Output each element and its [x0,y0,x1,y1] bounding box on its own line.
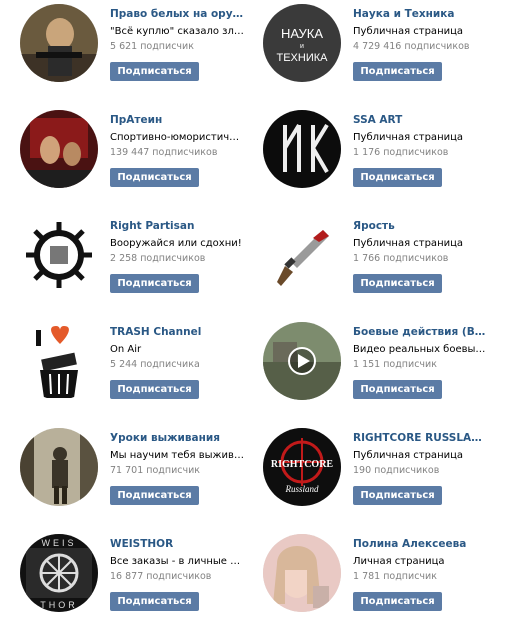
battle-video-avatar[interactable] [263,322,341,400]
subscriber-count: 71 701 подписчик [110,465,200,476]
group-name[interactable]: TRASH Channel [110,325,245,339]
logo-text-top: WEIS [41,538,76,548]
group-description: Вооружайся или сдохни! [110,238,242,249]
group-name[interactable]: Right Partisan [110,219,245,233]
partisan-emblem-avatar[interactable] [20,216,98,294]
group-card: Right Partisan Вооружайся или сдохни! 2 … [0,216,245,316]
group-grid: Право белых на оружие "Всё куплю" сказал… [0,0,505,625]
subscribe-button[interactable]: Подписаться [110,168,199,187]
group-card: RIGHTCORE Russland RIGHTCORE RUSSLAND Пу… [243,428,488,528]
survivor-avatar[interactable] [20,428,98,506]
group-description: Публичная страница [353,26,464,37]
gun-woman-avatar[interactable] [20,4,98,82]
subscribe-button[interactable]: Подписаться [353,62,442,81]
subscriber-count: 1 781 подписчик [353,571,437,582]
group-card: TRASH Channel On Air 5 244 подписчика По… [0,322,245,422]
logo-text-top: RIGHTCORE [271,459,334,470]
bloody-knife-avatar[interactable] [263,216,341,294]
subscriber-count: 16 877 подписчиков [110,571,212,582]
rightcore-logo-avatar[interactable]: RIGHTCORE Russland [263,428,341,506]
subscribe-button[interactable]: Подписаться [353,380,442,399]
group-name[interactable]: Наука и Техника [353,7,488,21]
logo-text-mid: и [300,43,304,50]
group-name[interactable]: Право белых на оружие [110,7,245,21]
group-description: Личная страница [353,556,445,567]
prathein-avatar[interactable] [20,110,98,188]
group-description: Мы научим тебя выживать! [110,450,245,461]
subscribe-button[interactable]: Подписаться [353,168,442,187]
group-name[interactable]: Уроки выживания [110,431,245,445]
group-card: Ярость Публичная страница 1 766 подписчи… [243,216,488,316]
group-description: Публичная страница [353,450,464,461]
group-description: Все заказы - в личные соо… [110,556,245,567]
group-card: Боевые действия (Виде… Видео реальных бо… [243,322,488,422]
subscribe-button[interactable]: Подписаться [110,592,199,611]
logo-text-top: НАУКА [281,26,323,41]
group-description: "Всё куплю" сказало злат… [110,26,245,37]
group-card: Полина Алексеева Личная страница 1 781 п… [243,534,488,634]
person-photo-avatar[interactable] [263,534,341,612]
group-card: WEIS THOR WEISTHOR Все заказы - в личные… [0,534,245,634]
subscriber-count: 1 151 подписчик [353,359,437,370]
logo-text-bottom: ТЕХНИКА [277,52,329,64]
subscribe-button[interactable]: Подписаться [110,380,199,399]
group-name[interactable]: SSA ART [353,113,488,127]
subscribe-button[interactable]: Подписаться [110,62,199,81]
group-name[interactable]: Полина Алексеева [353,537,488,551]
group-card: ПрАтеин Спортивно-юмористическ… 139 447 … [0,110,245,210]
group-description: On Air [110,344,142,355]
group-card: НАУКА и ТЕХНИКА Наука и Техника Публична… [243,4,488,104]
group-card: SSA ART Публичная страница 1 176 подписч… [243,110,488,210]
subscriber-count: 1 176 подписчиков [353,147,449,158]
subscribe-button[interactable]: Подписаться [353,486,442,505]
subscriber-count: 4 729 416 подписчиков [353,41,470,52]
subscriber-count: 139 447 подписчиков [110,147,218,158]
subscriber-count: 1 766 подписчиков [353,253,449,264]
trash-tv-avatar[interactable] [20,322,98,400]
logo-text-bottom: THOR [40,600,78,610]
ssa-runes-avatar[interactable] [263,110,341,188]
subscribe-button[interactable]: Подписаться [110,486,199,505]
group-name[interactable]: ПрАтеин [110,113,245,127]
subscriber-count: 5 244 подписчика [110,359,200,370]
group-description: Спортивно-юмористическ… [110,132,245,143]
group-description: Публичная страница [353,238,464,249]
group-description: Публичная страница [353,132,464,143]
weisthor-avatar[interactable]: WEIS THOR [20,534,98,612]
subscribe-button[interactable]: Подписаться [353,274,442,293]
logo-text-bottom: Russland [284,484,319,494]
science-logo-avatar[interactable]: НАУКА и ТЕХНИКА [263,4,341,82]
group-description: Видео реальных боевых д… [353,344,488,355]
subscriber-count: 2 258 подписчиков [110,253,206,264]
group-card: Право белых на оружие "Всё куплю" сказал… [0,4,245,104]
subscriber-count: 190 подписчиков [353,465,440,476]
group-card: Уроки выживания Мы научим тебя выживать!… [0,428,245,528]
subscriber-count: 5 621 подписчик [110,41,194,52]
group-name[interactable]: Ярость [353,219,488,233]
group-name[interactable]: WEISTHOR [110,537,245,551]
subscribe-button[interactable]: Подписаться [353,592,442,611]
group-name[interactable]: Боевые действия (Виде… [353,325,488,339]
group-name[interactable]: RIGHTCORE RUSSLAND [353,431,488,445]
subscribe-button[interactable]: Подписаться [110,274,199,293]
